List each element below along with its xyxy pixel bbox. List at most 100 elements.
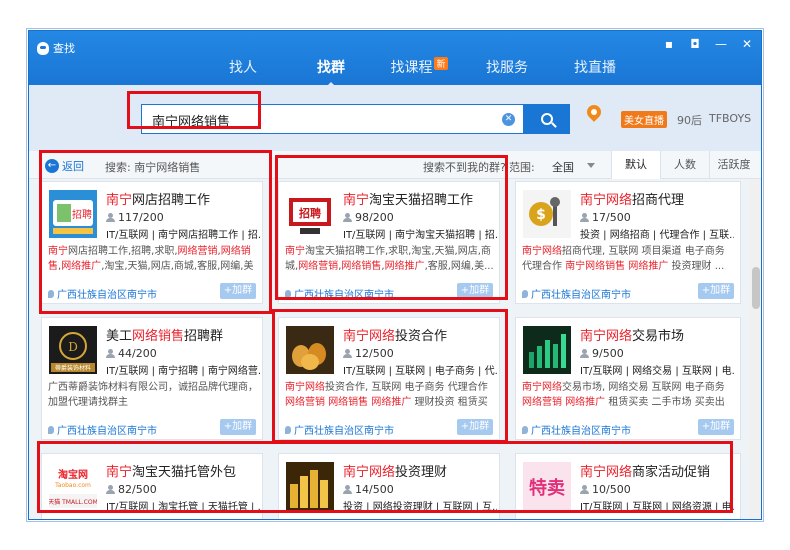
scrollbar-thumb[interactable] [752,267,760,309]
user-icon [343,349,352,358]
sort-activity[interactable]: 活跃度 [709,151,758,179]
member-count: 82/500 [106,483,157,496]
group-title[interactable]: 美工网络销售招聘群 [106,325,223,344]
thumb-caption: 特卖 [529,477,565,499]
group-card[interactable]: 特卖 南宁网络商家活动促销 10/500 IT/互联网 | 互联网 | 网络资源… [515,453,741,519]
window-controls: ▪ ◘ — ✕ [663,37,753,51]
search-input[interactable] [152,111,492,129]
group-avatar: 淘宝网 Taobao.com 天猫 TMALL.COM [49,462,97,510]
back-label: 返回 [62,160,84,173]
results-toolbar: ← 返回 搜索: 南宁网络销售 搜索不到我的群? 范围: 全国 默认 人数 活跃… [29,151,761,179]
member-count: 117/200 [106,211,164,224]
group-title[interactable]: 南宁网络商家活动促销 [580,461,710,480]
hot-tag-live[interactable]: 美女直播 [621,111,667,128]
member-count: 98/200 [343,211,394,224]
search-area: ✕ 美女直播 90后 TFBOYS [29,85,761,151]
tab-find-services[interactable]: 找服务 [463,57,551,77]
search-button[interactable] [524,104,570,134]
title-text: 淘宝天猫托管外包 [132,465,237,480]
join-group-button[interactable]: +加群 [698,419,734,435]
close-button[interactable]: ✕ [741,37,753,51]
title-highlight: 南宁网络 [580,193,633,208]
tab-find-courses[interactable]: 找课程新 [375,57,463,77]
feedback-icon[interactable]: ▪ [663,37,675,51]
member-count-text: 14/500 [355,483,394,496]
minimize-button[interactable]: — [715,37,727,51]
group-title[interactable]: 南宁淘宝天猫托管外包 [106,461,236,480]
group-card[interactable]: 招聘 南宁淘宝天猫招聘工作 98/200 IT/互联网 | 南宁淘宝天猫招聘 |… [278,181,500,304]
user-icon [580,349,589,358]
qq-penguin-icon [37,41,49,55]
sort-members[interactable]: 人数 [660,151,709,179]
group-title[interactable]: 南宁网络招商代理 [580,189,684,208]
sort-default[interactable]: 默认 [611,151,660,179]
thumb-caption: 招聘 [72,208,92,221]
thumb-caption-2: Taobao.com [54,482,91,489]
group-card[interactable]: 招聘 南宁网店招聘工作 117/200 IT/互联网 | 南宁网店招聘工作 | … [41,181,263,304]
new-badge: 新 [434,57,448,70]
group-tags: IT/互联网 | 淘宝托管 | 天猫托管 | ... [106,502,260,513]
search-crumb: 搜索: 南宁网络销售 [105,161,201,174]
group-avatar [286,462,334,510]
member-count: 9/500 [580,347,624,360]
group-location: 广西壮族自治区南宁市 [522,422,631,437]
group-title[interactable]: 南宁淘宝天猫招聘工作 [343,189,473,208]
title-highlight: 南宁网络 [343,465,396,480]
group-description: 南宁网络投资合作, 互联网 电子商务 代理合作 网络营销 网络销售 网络推广 理… [285,382,488,408]
tab-find-live[interactable]: 找直播 [551,57,639,77]
group-title[interactable]: 南宁网络投资理财 [343,461,447,480]
hot-tag-tfboys[interactable]: TFBOYS [709,112,751,125]
group-card[interactable]: $ 南宁网络招商代理 17/500 投资 | 网络招商 | 代理合作 | 互联.… [515,181,741,304]
group-description: 南宁淘宝天猫招聘工作,求职,淘宝,天猫,网店,商城,网络营销,网络销售,网络推广… [285,246,494,272]
main-nav: 找人 找群 找课程新 找服务 找直播 [199,57,639,88]
member-count: 14/500 [343,483,394,496]
title-text: 美工 [106,329,133,344]
group-avatar: D 蒂爵装饰材料 [49,326,97,374]
join-group-button[interactable]: +加群 [457,283,493,299]
range-select[interactable]: 全国 [552,159,574,175]
tab-find-people[interactable]: 找人 [199,57,287,77]
user-icon [580,213,589,222]
group-card[interactable]: 南宁网络投资合作 12/500 IT/互联网 | 互联网 | 电子商务 | 代.… [278,317,500,440]
not-found-link[interactable]: 搜索不到我的群? [423,159,506,175]
title-text: 商家活动促销 [632,465,711,480]
results-scrollbar[interactable] [749,179,761,519]
svg-text:$: $ [536,207,546,223]
group-description: 南宁网络交易市场, 网络交易 互联网 电子商务 网络营销 网络推广 租赁买卖 二… [522,382,725,408]
member-count: 17/500 [580,211,631,224]
group-location: 广西壮族自治区南宁市 [48,286,157,301]
join-group-button[interactable]: +加群 [220,283,256,299]
title-text: 投资理财 [395,465,448,480]
member-count-text: 44/200 [118,347,157,360]
member-count-text: 17/500 [592,211,631,224]
app-title: 查找 [37,40,75,56]
chevron-down-icon[interactable] [587,163,595,168]
join-group-button[interactable]: +加群 [457,419,493,435]
group-tags: 投资 | 网络投资理财 | 互联网 | 互... [343,502,497,513]
member-count-text: 98/200 [355,211,394,224]
title-text: 投资合作 [395,329,448,344]
title-highlight: 南宁网络 [580,329,633,344]
group-title[interactable]: 南宁网店招聘工作 [106,189,210,208]
tab-find-groups[interactable]: 找群 [287,57,375,88]
title-text: 招商代理 [632,193,685,208]
group-card[interactable]: 南宁网络投资理财 14/500 投资 | 网络投资理财 | 互联网 | 互... [278,453,500,519]
group-card[interactable]: D 蒂爵装饰材料 美工网络销售招聘群 44/200 IT/互联网 | 南宁招聘 |… [41,317,263,440]
skin-icon[interactable]: ◘ [689,37,701,51]
join-group-button[interactable]: +加群 [698,283,734,299]
member-count-text: 12/500 [355,347,394,360]
clear-search-icon[interactable]: ✕ [502,113,515,126]
hot-tag-90s[interactable]: 90后 [677,112,702,128]
group-title[interactable]: 南宁网络交易市场 [580,325,684,344]
join-group-button[interactable]: +加群 [220,419,256,435]
back-arrow-icon: ← [45,159,59,173]
title-bar: 查找 ▪ ◘ — ✕ 找人 找群 找课程新 找服务 找直播 [29,31,761,88]
group-title[interactable]: 南宁网络投资合作 [343,325,447,344]
back-button[interactable]: ← 返回 [45,158,84,174]
group-tags: IT/互联网 | 南宁网店招聘工作 | 招... [106,230,260,241]
group-tags: IT/互联网 | 南宁淘宝天猫招聘 | 招... [343,230,497,241]
title-highlight: 南宁 [106,465,133,480]
group-card[interactable]: 南宁网络交易市场 9/500 IT/互联网 | 网络交易 | 互联网 | 电..… [515,317,741,440]
location-pin-icon[interactable] [584,102,604,122]
group-card[interactable]: 淘宝网 Taobao.com 天猫 TMALL.COM 南宁淘宝天猫托管外包 82/… [41,453,263,519]
